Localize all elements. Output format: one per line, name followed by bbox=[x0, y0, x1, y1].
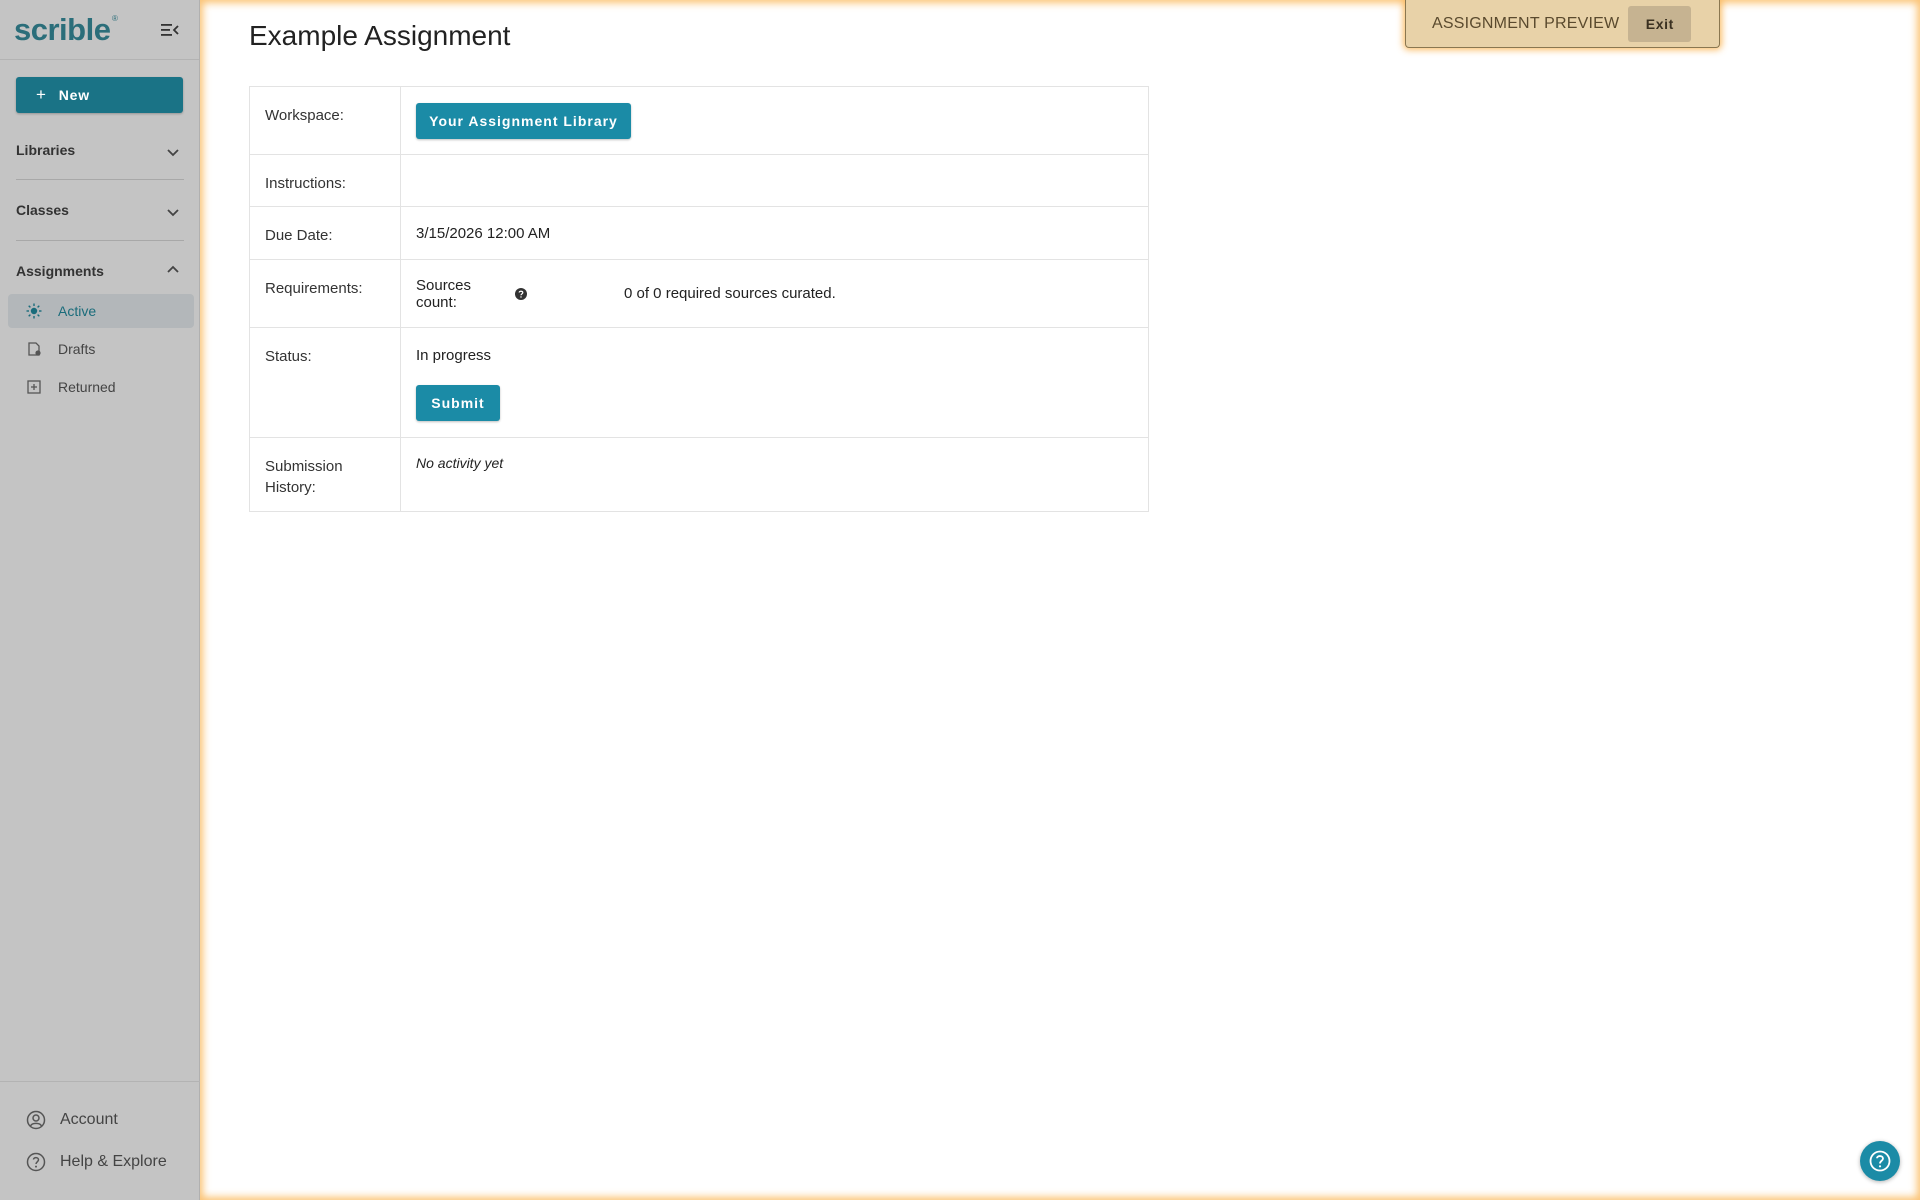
requirements-row: Requirements: Sources count: 0 of 0 requ… bbox=[250, 260, 1148, 328]
submission-history-value: No activity yet bbox=[416, 455, 504, 471]
sidebar-divider bbox=[16, 240, 184, 241]
submission-history-label: Submission History: bbox=[250, 438, 401, 511]
sidebar-section-classes[interactable]: Classes bbox=[16, 181, 184, 239]
status-label: Status: bbox=[250, 328, 401, 437]
help-icon bbox=[26, 1152, 46, 1172]
assignment-library-button[interactable]: Your Assignment Library bbox=[416, 102, 631, 139]
sidebar-item-label: Active bbox=[58, 303, 97, 319]
logo-registered-mark: ® bbox=[112, 13, 118, 23]
assignment-details-table: Workspace: Your Assignment Library Instr… bbox=[249, 86, 1149, 512]
sidebar-header: scrible ® bbox=[0, 0, 199, 60]
sidebar-footer-account[interactable]: Account bbox=[26, 1105, 118, 1135]
chevron-down-icon bbox=[167, 209, 179, 217]
due-date-value: 3/15/2026 12:00 AM bbox=[416, 224, 551, 242]
submit-button[interactable]: Submit bbox=[416, 385, 500, 421]
sources-count-label: Sources count: bbox=[416, 276, 472, 311]
due-date-label: Due Date: bbox=[250, 207, 401, 259]
sources-count-value: 0 of 0 required sources curated. bbox=[624, 285, 836, 302]
logo-text: scrible bbox=[14, 11, 111, 47]
chevron-down-icon bbox=[167, 149, 179, 157]
sidebar-footer-divider bbox=[0, 1081, 200, 1082]
plus-icon: + bbox=[36, 85, 47, 104]
account-icon bbox=[26, 1110, 46, 1130]
section-label: Libraries bbox=[16, 142, 76, 158]
sidebar-item-label: Drafts bbox=[58, 341, 96, 357]
instructions-label: Instructions: bbox=[250, 155, 401, 206]
sidebar-section-libraries[interactable]: Libraries bbox=[16, 121, 184, 179]
chevron-up-icon bbox=[167, 265, 179, 273]
sidebar-item-active[interactable]: Active bbox=[8, 294, 194, 328]
sidebar: scrible ® + New Libraries Classes Assignm… bbox=[0, 0, 200, 1200]
instructions-row: Instructions: bbox=[250, 155, 1148, 207]
sidebar-section-assignments[interactable]: Assignments bbox=[16, 242, 184, 300]
sidebar-footer-help[interactable]: Help & Explore bbox=[26, 1147, 167, 1177]
page-title: Example Assignment bbox=[249, 20, 511, 51]
section-label: Classes bbox=[16, 202, 69, 218]
sidebar-divider bbox=[16, 179, 184, 180]
submission-history-row: Submission History: No activity yet bbox=[250, 438, 1148, 511]
scrible-logo[interactable]: scrible ® bbox=[14, 11, 118, 48]
returned-icon bbox=[26, 379, 42, 395]
status-row: Status: In progress Submit bbox=[250, 328, 1148, 438]
help-chat-button[interactable] bbox=[1860, 1141, 1900, 1181]
sidebar-item-drafts[interactable]: Drafts bbox=[8, 332, 194, 366]
workspace-row: Workspace: Your Assignment Library bbox=[250, 87, 1148, 155]
new-button-label: New bbox=[58, 87, 90, 103]
status-value: In progress bbox=[416, 347, 492, 364]
draft-icon bbox=[26, 341, 42, 357]
sidebar-item-returned[interactable]: Returned bbox=[8, 370, 194, 404]
footer-item-label: Help & Explore bbox=[60, 1153, 167, 1170]
help-icon bbox=[1869, 1150, 1891, 1172]
preview-banner-text: ASSIGNMENT PREVIEW bbox=[1432, 14, 1620, 32]
new-button[interactable]: + New bbox=[16, 77, 183, 113]
workspace-label: Workspace: bbox=[250, 87, 401, 154]
due-date-row: Due Date: 3/15/2026 12:00 AM bbox=[250, 207, 1148, 260]
sidebar-item-label: Returned bbox=[58, 379, 116, 395]
assignment-preview-banner: ASSIGNMENT PREVIEW Exit bbox=[1405, 0, 1720, 48]
requirements-label: Requirements: bbox=[250, 260, 401, 327]
exit-preview-button[interactable]: Exit bbox=[1628, 5, 1692, 42]
section-label: Assignments bbox=[16, 263, 104, 279]
sun-icon bbox=[26, 303, 42, 319]
collapse-sidebar-icon[interactable] bbox=[159, 19, 181, 41]
instructions-value bbox=[401, 155, 1148, 206]
footer-item-label: Account bbox=[60, 1111, 118, 1128]
question-circle-icon[interactable] bbox=[514, 287, 528, 301]
